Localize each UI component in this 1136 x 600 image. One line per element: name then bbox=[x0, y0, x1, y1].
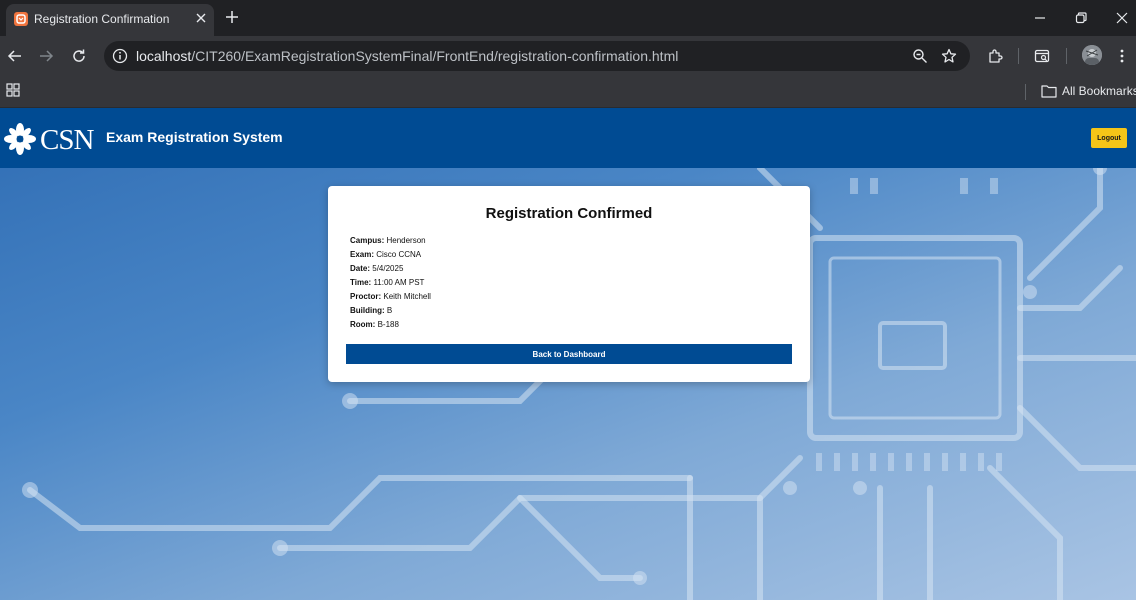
detail-label: Time: bbox=[350, 278, 372, 287]
folder-icon[interactable] bbox=[1041, 84, 1057, 98]
detail-proctor: Proctor: Keith Mitchell bbox=[350, 292, 431, 306]
site-title: Exam Registration System bbox=[106, 129, 283, 145]
apps-grid-icon[interactable] bbox=[6, 83, 20, 97]
tab-title: Registration Confirmation bbox=[34, 12, 170, 26]
menu-icon[interactable] bbox=[1114, 48, 1130, 64]
all-bookmarks-link[interactable]: All Bookmarks bbox=[1062, 84, 1136, 98]
page-title: Registration Confirmed bbox=[485, 205, 653, 222]
site-header: CSN Exam Registration System Logout bbox=[0, 108, 1136, 168]
plus-icon[interactable] bbox=[224, 9, 240, 25]
close-icon[interactable] bbox=[194, 11, 208, 25]
bookmarks-divider bbox=[1025, 84, 1026, 100]
toolbar-divider bbox=[1018, 48, 1019, 64]
csn-flower-logo-icon bbox=[4, 123, 36, 155]
restore-icon[interactable] bbox=[1074, 11, 1088, 25]
detail-label: Date: bbox=[350, 264, 371, 273]
confirmation-card: Registration Confirmed Campus: Henderson… bbox=[328, 186, 810, 382]
detail-value: 11:00 AM PST bbox=[373, 278, 425, 287]
detail-value: Cisco CCNA bbox=[376, 250, 422, 259]
url-text[interactable]: localhost/CIT260/ExamRegistrationSystemF… bbox=[136, 48, 678, 64]
back-arrow-icon[interactable] bbox=[7, 48, 23, 64]
address-bar[interactable]: localhost/CIT260/ExamRegistrationSystemF… bbox=[104, 41, 970, 71]
detail-exam: Exam: Cisco CCNA bbox=[350, 250, 431, 264]
detail-date: Date: 5/4/2025 bbox=[350, 264, 431, 278]
logout-button[interactable]: Logout bbox=[1091, 128, 1127, 148]
back-to-dashboard-button[interactable]: Back to Dashboard bbox=[346, 344, 792, 364]
page-viewport: CSN Exam Registration System Logout Regi… bbox=[0, 108, 1136, 600]
browser-toolbar: localhost/CIT260/ExamRegistrationSystemF… bbox=[0, 36, 1136, 76]
detail-room: Room: B-188 bbox=[350, 320, 431, 334]
minimize-icon[interactable] bbox=[1033, 11, 1047, 25]
zoom-icon[interactable] bbox=[912, 48, 928, 64]
detail-time: Time: 11:00 AM PST bbox=[350, 278, 431, 292]
detail-label: Campus: bbox=[350, 236, 385, 245]
detail-label: Exam: bbox=[350, 250, 375, 259]
detail-label: Building: bbox=[350, 306, 385, 315]
detail-campus: Campus: Henderson bbox=[350, 236, 431, 250]
detail-value: B-188 bbox=[377, 320, 399, 329]
csn-logo[interactable]: CSN bbox=[4, 123, 94, 156]
forward-arrow-icon[interactable] bbox=[38, 48, 54, 64]
tab-favicon-icon bbox=[14, 12, 28, 26]
tab-strip: Registration Confirmation bbox=[0, 0, 1136, 36]
close-window-icon[interactable] bbox=[1115, 11, 1129, 25]
bookmarks-bar: All Bookmarks bbox=[0, 76, 1136, 108]
url-path: /CIT260/ExamRegistrationSystemFinal/Fron… bbox=[191, 48, 679, 64]
avatar-icon[interactable] bbox=[1082, 45, 1102, 65]
detail-value: B bbox=[386, 306, 393, 315]
detail-label: Proctor: bbox=[350, 292, 382, 301]
registration-details: Campus: Henderson Exam: Cisco CCNA Date:… bbox=[350, 236, 431, 334]
detail-label: Room: bbox=[350, 320, 376, 329]
url-host: localhost bbox=[136, 48, 192, 64]
detail-value: 5/4/2025 bbox=[372, 264, 404, 273]
detail-building: Building: B bbox=[350, 306, 431, 320]
tab-search-icon[interactable] bbox=[1034, 48, 1050, 64]
toolbar-divider bbox=[1066, 48, 1067, 64]
logo-text: CSN bbox=[40, 124, 94, 156]
detail-value: Henderson bbox=[386, 236, 426, 245]
extensions-icon[interactable] bbox=[987, 48, 1003, 64]
info-icon[interactable] bbox=[112, 48, 128, 64]
reload-icon[interactable] bbox=[71, 48, 87, 64]
detail-value: Keith Mitchell bbox=[383, 292, 431, 301]
star-icon[interactable] bbox=[941, 48, 957, 64]
browser-tab[interactable]: Registration Confirmation bbox=[6, 4, 214, 36]
